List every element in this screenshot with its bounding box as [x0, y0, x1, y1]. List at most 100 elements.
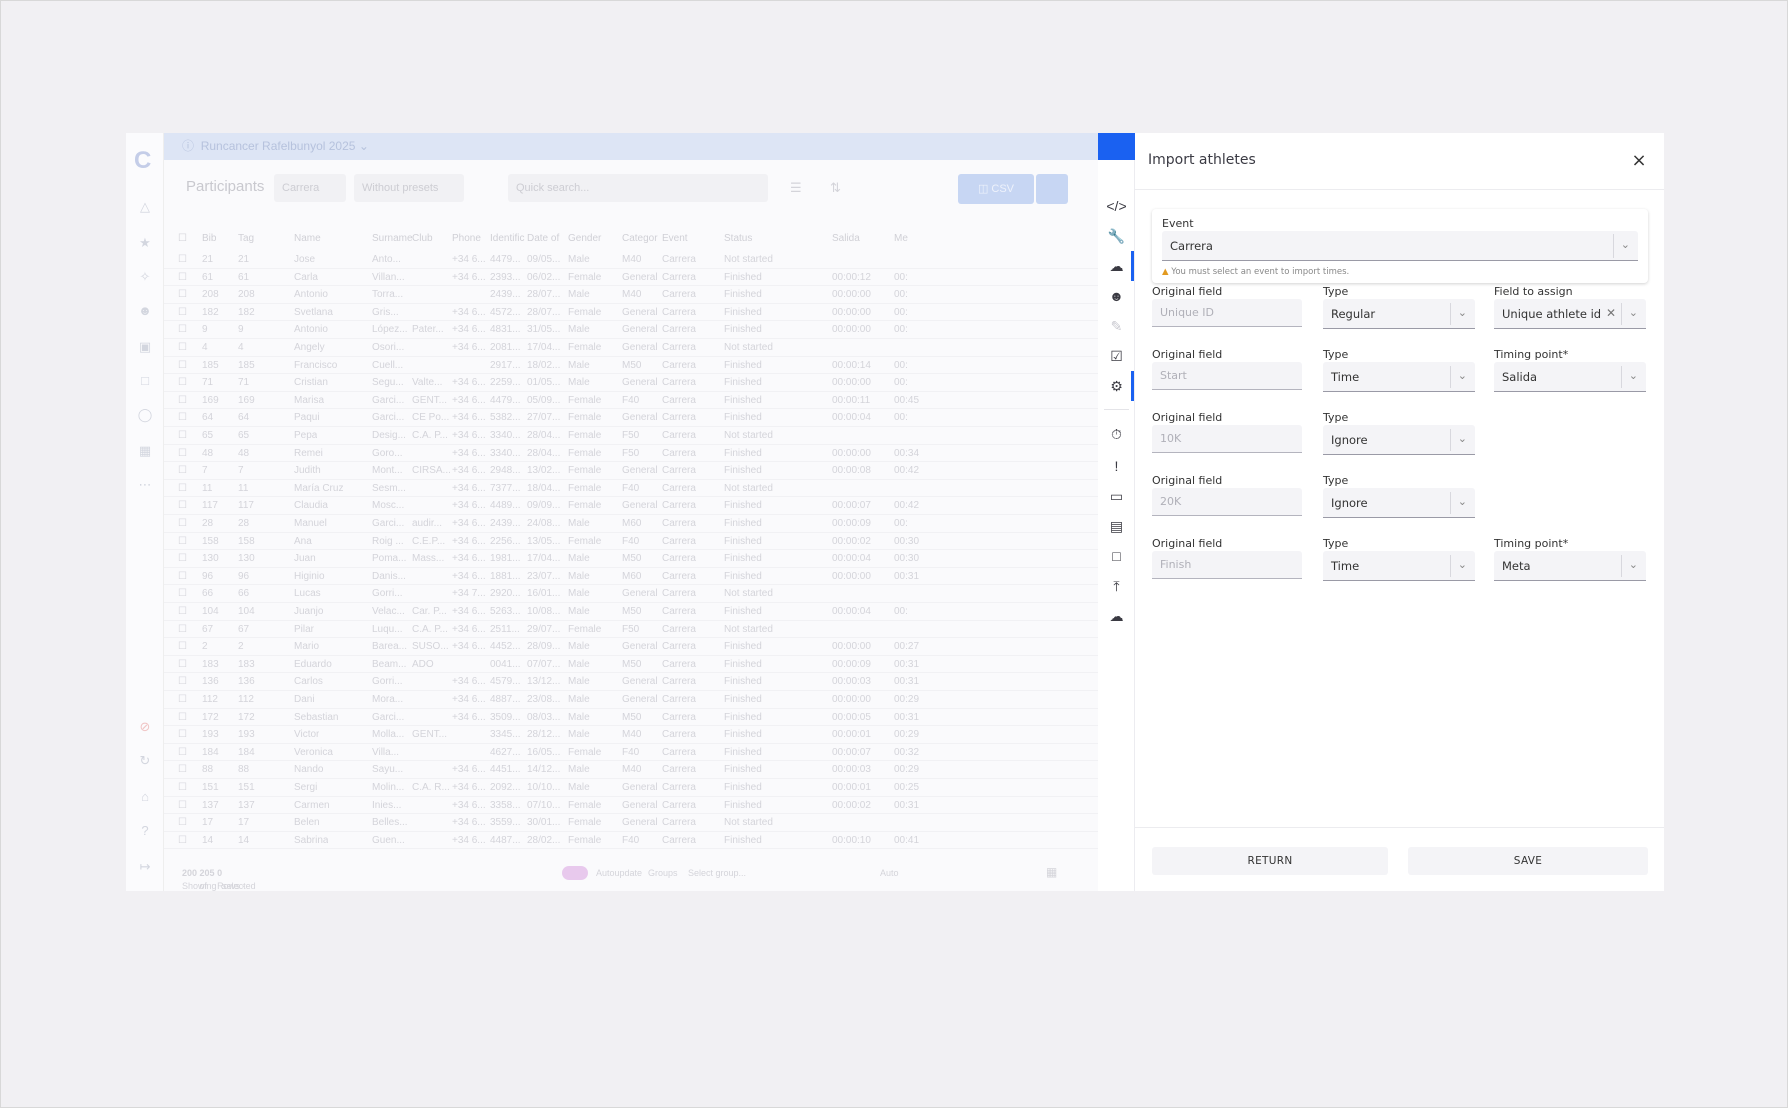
document-icon[interactable]: □: [1098, 545, 1135, 567]
code-icon[interactable]: </>: [1098, 195, 1135, 217]
table-cell: +34 6...: [452, 377, 486, 389]
laptop-icon[interactable]: ▭: [1098, 485, 1135, 507]
table-cell: 2948...: [490, 465, 521, 477]
clipboard-check-icon[interactable]: ☑: [1098, 345, 1135, 367]
table-cell: Belles...: [372, 817, 408, 829]
type-select[interactable]: Time ⌄: [1323, 362, 1475, 392]
table-cell: 10/08...: [527, 606, 561, 617]
table-cell: General: [622, 342, 658, 353]
select-divider: [1450, 492, 1451, 514]
cloud-download-icon[interactable]: ☁: [1098, 255, 1135, 277]
table-row: ☐ 21 21 Jose Anto... +34 6... 4479... 09/05... M…: [164, 251, 1098, 269]
cloud-upload-icon[interactable]: ☁: [1098, 605, 1135, 627]
assign-select-value: Unique athlete id: [1502, 307, 1602, 321]
table-cell: +34 6...: [452, 570, 486, 582]
close-icon[interactable]: ×: [1625, 147, 1653, 175]
user-plus-icon[interactable]: ☻: [1098, 285, 1135, 307]
table-cell: Carmen: [294, 799, 330, 811]
wrench-icon[interactable]: 🔧: [1098, 225, 1135, 247]
row-checkbox: ☐: [178, 412, 187, 424]
stopwatch-icon[interactable]: ⏱: [1098, 423, 1135, 445]
chevron-down-icon[interactable]: ⌄: [1458, 558, 1467, 571]
chevron-down-icon[interactable]: ⌄: [1458, 369, 1467, 382]
chevron-down-icon[interactable]: ⌄: [1458, 432, 1467, 445]
trophy-icon: ★: [139, 235, 151, 250]
table-cell: 28/07...: [527, 289, 561, 301]
screen-frame: C △ ★ ✧ ☻ ▣ □ ◯ ▦ ⋯ ⊘ ↻ ⌂ ? ↦ ⓘ Runcance…: [0, 0, 1788, 1108]
table-cell: Carrera: [662, 394, 696, 406]
table-cell: Finished: [724, 535, 762, 547]
table-cell: 71: [238, 377, 250, 389]
table-cell: Garci...: [372, 412, 405, 424]
user-settings-icon[interactable]: ⚙: [1098, 375, 1135, 397]
row-checkbox: ☐: [178, 465, 187, 477]
monitor-icon[interactable]: ▤: [1098, 515, 1135, 537]
table-row: ☐ 96 96 Higinio Danis... +34 6... 1881... 23/07…: [164, 568, 1098, 586]
type-select[interactable]: Ignore ⌄: [1323, 488, 1475, 518]
table-cell: Carrera: [662, 482, 696, 494]
clear-icon[interactable]: ✕: [1606, 306, 1616, 320]
field-to-assign-select[interactable]: Unique athlete id ✕ ⌄: [1494, 299, 1646, 329]
table-cell: 00:00:00: [832, 377, 871, 389]
table-cell: Carrera: [662, 289, 696, 301]
type-select[interactable]: Ignore ⌄: [1323, 425, 1475, 455]
table-cell: Luqu...: [372, 623, 403, 635]
table-cell: Male: [568, 658, 590, 670]
table-cell: Finished: [724, 394, 762, 406]
timing-point-select[interactable]: Salida ⌄: [1494, 362, 1646, 392]
table-cell: 00:00:14: [832, 359, 871, 371]
save-button[interactable]: SAVE: [1408, 847, 1648, 875]
table-cell: 00:: [894, 606, 908, 617]
table-cell: Female: [568, 799, 602, 811]
alert-icon[interactable]: !: [1098, 455, 1135, 477]
table-cell: Finished: [724, 694, 762, 705]
table-cell: Carrera: [662, 342, 696, 353]
table-cell: SUSO...: [412, 641, 449, 653]
row-checkbox: ☐: [178, 430, 187, 441]
chevron-down-icon[interactable]: ⌄: [1629, 558, 1638, 571]
chevron-down-icon[interactable]: ⌄: [1621, 238, 1630, 251]
chevron-down-icon[interactable]: ⌄: [1629, 369, 1638, 382]
table-cell: Male: [568, 782, 590, 793]
return-button[interactable]: RETURN: [1152, 847, 1388, 875]
sidebar-accent-bar: [1098, 133, 1135, 160]
table-cell: 184: [202, 746, 219, 758]
event-select[interactable]: Carrera ⌄: [1162, 231, 1638, 261]
chevron-down-icon[interactable]: ⌄: [1458, 306, 1467, 319]
row-checkbox: ☐: [178, 289, 187, 301]
table-cell: F50: [622, 623, 640, 635]
timing-point-select[interactable]: Meta ⌄: [1494, 551, 1646, 581]
original-field-label: Original field: [1152, 348, 1223, 361]
table-cell: 00:00:07: [832, 500, 871, 512]
assign-select-value: Meta: [1502, 559, 1531, 573]
row-checkbox: ☐: [178, 764, 187, 776]
table-cell: Gris...: [372, 306, 399, 318]
table-cell: 2: [238, 641, 244, 653]
table-row: ☐ 65 65 Pepa Desig... C.A. P... +34 6... 3340..…: [164, 427, 1098, 445]
table-cell: 65: [202, 430, 214, 441]
table-cell: 27/07...: [527, 412, 561, 424]
table-cell: Remei: [294, 447, 323, 459]
row-checkbox: ☐: [178, 518, 187, 529]
table-cell: +34 6...: [452, 271, 486, 283]
table-cell: 2256...: [490, 535, 521, 547]
upload-icon[interactable]: ⤒: [1098, 575, 1135, 597]
type-select[interactable]: Time ⌄: [1323, 551, 1475, 581]
table-cell: Pepa: [294, 430, 318, 441]
table-cell: General: [622, 377, 658, 389]
table-cell: 193: [238, 729, 255, 741]
type-select[interactable]: Regular ⌄: [1323, 299, 1475, 329]
chevron-down-icon[interactable]: ⌄: [1458, 495, 1467, 508]
table-row: ☐ 185 185 Francisco Cuell... 2917... 18/02... M…: [164, 357, 1098, 375]
table-cell: 17: [238, 817, 250, 829]
table-cell: Finished: [724, 570, 762, 582]
table-cell: 09/09...: [527, 500, 561, 512]
table-cell: Not started: [724, 588, 773, 600]
table-row: ☐ 151 151 Sergi Molin... C.A. R... +34 6... 209…: [164, 779, 1098, 797]
table-cell: 61: [238, 271, 250, 283]
select-divider: [1621, 555, 1622, 577]
chevron-down-icon[interactable]: ⌄: [1629, 306, 1638, 319]
type-label: Type: [1323, 474, 1349, 487]
table-cell: Finished: [724, 799, 762, 811]
table-cell: General: [622, 641, 658, 653]
